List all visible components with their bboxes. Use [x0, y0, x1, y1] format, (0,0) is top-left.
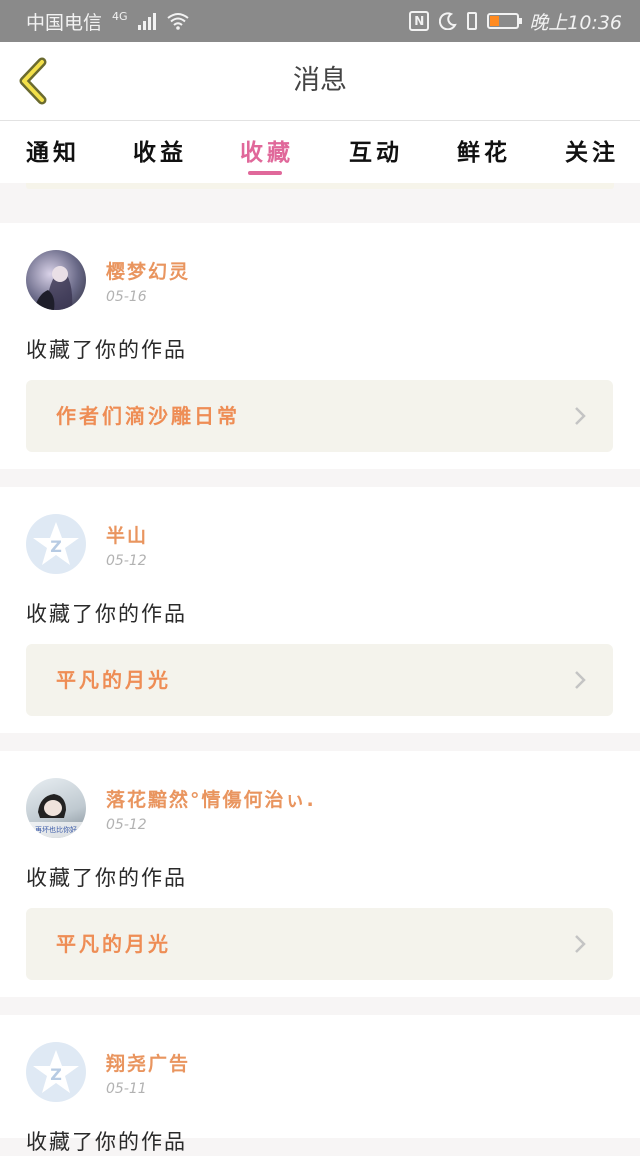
message-card: 樱梦幻灵 05-16 收藏了你的作品 作者们滴沙雕日常	[0, 223, 640, 469]
clock: 晚上10:36	[529, 11, 622, 34]
status-bar: 中国电信 4G N 晚上10:36	[0, 0, 640, 42]
username[interactable]: 樱梦幻灵	[106, 257, 190, 284]
avatar[interactable]: 再坏也比你好	[26, 778, 86, 838]
default-avatar-star-icon: Z	[33, 522, 79, 565]
message-text: 收藏了你的作品	[26, 866, 187, 890]
username[interactable]: 落花黯然°情傷何治ぃ.	[106, 785, 316, 812]
nav-bar: 消息	[0, 42, 640, 121]
tab-earnings[interactable]: 收益	[133, 133, 187, 167]
work-title: 平凡的月光	[56, 932, 171, 956]
work-link[interactable]: 平凡的月光	[26, 908, 613, 980]
message-date: 05-11	[106, 1081, 147, 1097]
username[interactable]: 半山	[106, 521, 148, 548]
moon-icon	[439, 12, 457, 30]
chevron-right-icon	[575, 935, 586, 953]
tab-favorites[interactable]: 收藏	[240, 133, 294, 167]
chevron-right-icon	[575, 671, 586, 689]
signal-icon	[137, 12, 156, 30]
username[interactable]: 翔尧广告	[106, 1049, 190, 1076]
chevron-right-icon	[575, 407, 586, 425]
page-title: 消息	[293, 65, 347, 96]
network-label: 4G	[112, 9, 128, 23]
nfc-icon: N	[409, 11, 430, 31]
message-text: 收藏了你的作品	[26, 1130, 187, 1154]
battery-icon	[487, 13, 523, 29]
tab-follows[interactable]: 关注	[565, 133, 619, 167]
tab-notifications[interactable]: 通知	[26, 133, 80, 167]
message-card: Z 翔尧广告 05-11 收藏了你的作品	[0, 1015, 640, 1154]
message-date: 05-16	[106, 289, 147, 305]
default-avatar-star-icon: Z	[33, 1050, 79, 1093]
active-tab-indicator	[248, 171, 282, 175]
work-link[interactable]: 平凡的月光	[26, 644, 613, 716]
message-date: 05-12	[106, 817, 147, 833]
avatar[interactable]: Z	[26, 1042, 86, 1102]
tab-bar: 通知 收益 收藏 互动 鲜花 关注	[0, 121, 640, 183]
tab-interactions[interactable]: 互动	[349, 133, 403, 167]
avatar[interactable]: Z	[26, 514, 86, 574]
carrier-label: 中国电信	[26, 11, 103, 34]
vibrate-icon	[467, 12, 478, 30]
avatar[interactable]	[26, 250, 86, 310]
tab-flowers[interactable]: 鲜花	[457, 133, 511, 167]
divider	[26, 183, 614, 189]
work-title: 平凡的月光	[56, 668, 171, 692]
avatar-caption: 再坏也比你好	[35, 826, 77, 834]
svg-text:Z: Z	[50, 537, 62, 556]
message-date: 05-12	[106, 553, 147, 569]
work-link[interactable]: 作者们滴沙雕日常	[26, 380, 613, 452]
message-text: 收藏了你的作品	[26, 338, 187, 362]
svg-text:Z: Z	[50, 1065, 62, 1084]
work-title: 作者们滴沙雕日常	[56, 404, 240, 428]
message-card: Z 半山 05-12 收藏了你的作品 平凡的月光	[0, 487, 640, 733]
message-text: 收藏了你的作品	[26, 602, 187, 626]
wifi-icon	[166, 13, 189, 30]
message-card: 再坏也比你好 落花黯然°情傷何治ぃ. 05-12 收藏了你的作品 平凡的月光	[0, 751, 640, 997]
